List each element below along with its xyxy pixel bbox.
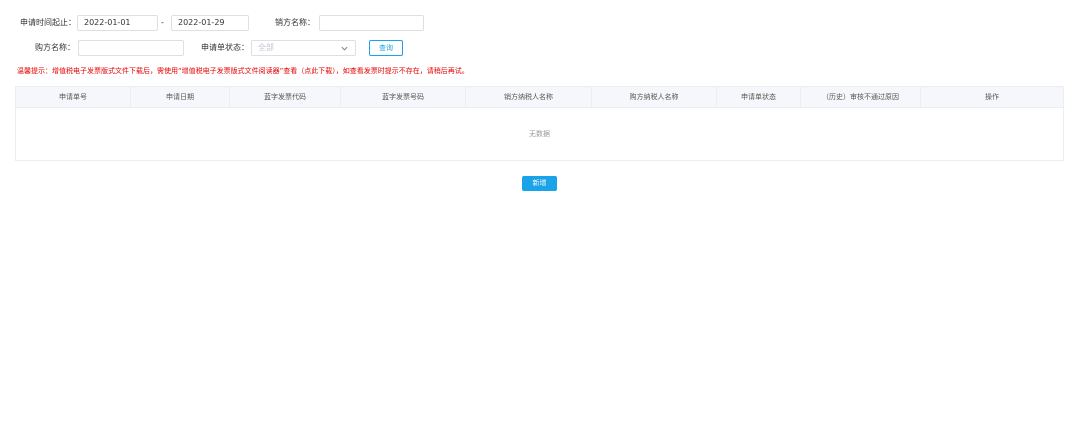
status-select[interactable]: 全部 xyxy=(251,40,356,56)
column-header: 购方纳税人名称 xyxy=(592,87,717,107)
date-separator: - xyxy=(161,18,164,27)
buyer-name-input[interactable] xyxy=(78,40,184,56)
column-header: 申请日期 xyxy=(131,87,230,107)
empty-state-text: 无数据 xyxy=(529,130,550,138)
start-date-input[interactable]: 2022-01-01 xyxy=(77,15,158,31)
results-table: 申请单号 申请日期 蓝字发票代码 蓝字发票号码 销方纳税人名称 购方纳税人名称 … xyxy=(15,86,1064,161)
column-header: 申请单状态 xyxy=(717,87,801,107)
column-header: 申请单号 xyxy=(16,87,131,107)
column-header: 蓝字发票号码 xyxy=(341,87,466,107)
column-header: （历史）审核不通过原因 xyxy=(801,87,921,107)
column-header: 销方纳税人名称 xyxy=(466,87,592,107)
status-select-value: 全部 xyxy=(258,43,274,52)
buyer-name-label: 购方名称： xyxy=(35,43,75,52)
query-button[interactable]: 查询 xyxy=(369,40,403,56)
warning-tip: 温馨提示：增值税电子发票版式文件下载后，需使用“增值税电子发票版式文件阅读器”查… xyxy=(17,67,469,75)
add-button[interactable]: 新增 xyxy=(522,176,557,191)
seller-name-input[interactable] xyxy=(319,15,424,31)
end-date-input[interactable]: 2022-01-29 xyxy=(171,15,249,31)
date-range-label: 申请时间起止： xyxy=(20,18,76,27)
column-header: 操作 xyxy=(985,93,999,101)
seller-name-label: 销方名称： xyxy=(275,18,315,27)
status-label: 申请单状态： xyxy=(201,43,249,52)
column-header: 蓝字发票代码 xyxy=(230,87,341,107)
table-header: 申请单号 申请日期 蓝字发票代码 蓝字发票号码 销方纳税人名称 购方纳税人名称 … xyxy=(16,87,1063,108)
chevron-down-icon xyxy=(341,46,348,51)
